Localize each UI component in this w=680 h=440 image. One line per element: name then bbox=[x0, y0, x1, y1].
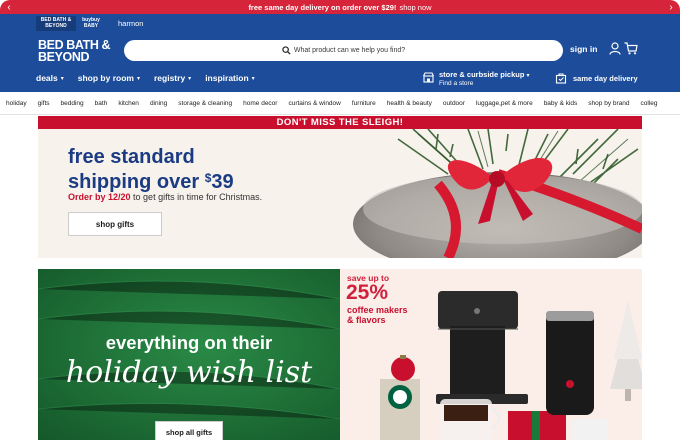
nav-inspiration[interactable]: inspiration ▾ bbox=[205, 73, 254, 83]
category-link[interactable]: colleg bbox=[641, 100, 658, 107]
store-icon bbox=[423, 72, 434, 83]
promo-text: free same day delivery on order over $29… bbox=[248, 2, 397, 12]
nav-deals[interactable]: deals ▾ bbox=[36, 73, 64, 83]
cart-icon[interactable] bbox=[624, 42, 638, 55]
category-link[interactable]: health & beauty bbox=[387, 100, 432, 107]
hero-headline: free standard shipping over $39 bbox=[68, 146, 234, 193]
category-link[interactable]: kitchen bbox=[118, 100, 139, 107]
chevron-down-icon: ▾ bbox=[60, 75, 64, 82]
search-placeholder: What product can we help you find? bbox=[293, 47, 406, 54]
chevron-right-icon[interactable]: › bbox=[664, 0, 678, 14]
category-link[interactable]: bath bbox=[95, 100, 108, 107]
free-shipping-banner[interactable]: DON'T MISS THE SLEIGH! free standard shi… bbox=[38, 116, 642, 258]
wish-list-script: holiday wish list bbox=[65, 355, 313, 390]
pickup-title: store & curbside pickup bbox=[439, 70, 525, 79]
category-link[interactable]: holiday bbox=[6, 100, 27, 107]
find-store-link[interactable]: Find a store bbox=[439, 80, 530, 87]
category-strip: holiday gifts bedding bath kitchen dinin… bbox=[0, 92, 680, 115]
tab-buybuy-baby[interactable]: buybuy BABY bbox=[76, 16, 106, 31]
category-link[interactable]: luggage,pet & more bbox=[476, 100, 533, 107]
search-input[interactable]: What product can we help you find? bbox=[124, 40, 563, 61]
nav-shop-by-room[interactable]: shop by room ▾ bbox=[78, 73, 140, 83]
delivery-bag-icon bbox=[555, 73, 567, 84]
chevron-left-icon[interactable]: ‹ bbox=[2, 0, 16, 14]
site-logo[interactable]: BED BATH & BEYOND bbox=[38, 39, 118, 64]
category-link[interactable]: baby & kids bbox=[544, 100, 578, 107]
nav-registry[interactable]: registry ▾ bbox=[154, 73, 191, 83]
category-link[interactable]: storage & cleaning bbox=[178, 100, 232, 107]
hero-subtext: Order by 12/20 to get gifts in time for … bbox=[68, 192, 263, 202]
search-icon bbox=[282, 46, 291, 55]
wish-list-heading: everything on their bbox=[105, 332, 273, 353]
page: ‹ free same day delivery on order over $… bbox=[0, 0, 680, 440]
same-day-delivery-link[interactable]: same day delivery bbox=[555, 72, 638, 84]
shop-gifts-button[interactable]: shop gifts bbox=[68, 212, 162, 236]
category-link[interactable]: curtains & window bbox=[288, 100, 340, 107]
category-link[interactable]: home decor bbox=[243, 100, 277, 107]
chevron-down-icon: ▾ bbox=[251, 75, 255, 82]
category-link[interactable]: dining bbox=[150, 100, 167, 107]
coffee-label: coffee makers & flavors bbox=[347, 305, 408, 325]
sign-in-link[interactable]: sign in bbox=[570, 44, 597, 54]
tab-bed-bath-beyond[interactable]: BED BATH & BEYOND bbox=[36, 16, 76, 31]
banner-heading: DON'T MISS THE SLEIGH! bbox=[38, 116, 642, 129]
category-link[interactable]: outdoor bbox=[443, 100, 465, 107]
category-link[interactable]: gifts bbox=[38, 100, 50, 107]
chevron-down-icon: ▾ bbox=[188, 75, 192, 82]
brand-tabs: BED BATH & BEYOND buybuy BABY harmon bbox=[36, 16, 147, 31]
promo-link[interactable]: shop now bbox=[399, 3, 431, 12]
promo-bar[interactable]: ‹ free same day delivery on order over $… bbox=[0, 0, 680, 14]
user-icon[interactable] bbox=[609, 42, 621, 55]
category-link[interactable]: furniture bbox=[352, 100, 376, 107]
site-header: BED BATH & BEYOND buybuy BABY harmon BED… bbox=[0, 14, 680, 92]
discount-percent: 25% bbox=[346, 281, 389, 304]
tab-harmon[interactable]: harmon bbox=[114, 16, 147, 31]
main-nav: deals ▾ shop by room ▾ registry ▾ inspirati… bbox=[36, 73, 269, 83]
gift-wrapped-pillow-image bbox=[353, 129, 642, 258]
category-link[interactable]: bedding bbox=[61, 100, 84, 107]
category-link[interactable]: shop by brand bbox=[588, 100, 629, 107]
shop-all-gifts-button[interactable]: shop all gifts bbox=[155, 421, 223, 440]
store-pickup-selector[interactable]: store & curbside pickup ▾ Find a store bbox=[423, 70, 530, 87]
chevron-down-icon: ▾ bbox=[136, 75, 140, 82]
chevron-down-icon: ▾ bbox=[526, 73, 530, 79]
holiday-wish-list-banner[interactable]: everything on their holiday wish list sh… bbox=[38, 269, 340, 440]
coffee-makers-banner[interactable]: save up to 25% coffee makers & flavors bbox=[340, 269, 642, 440]
